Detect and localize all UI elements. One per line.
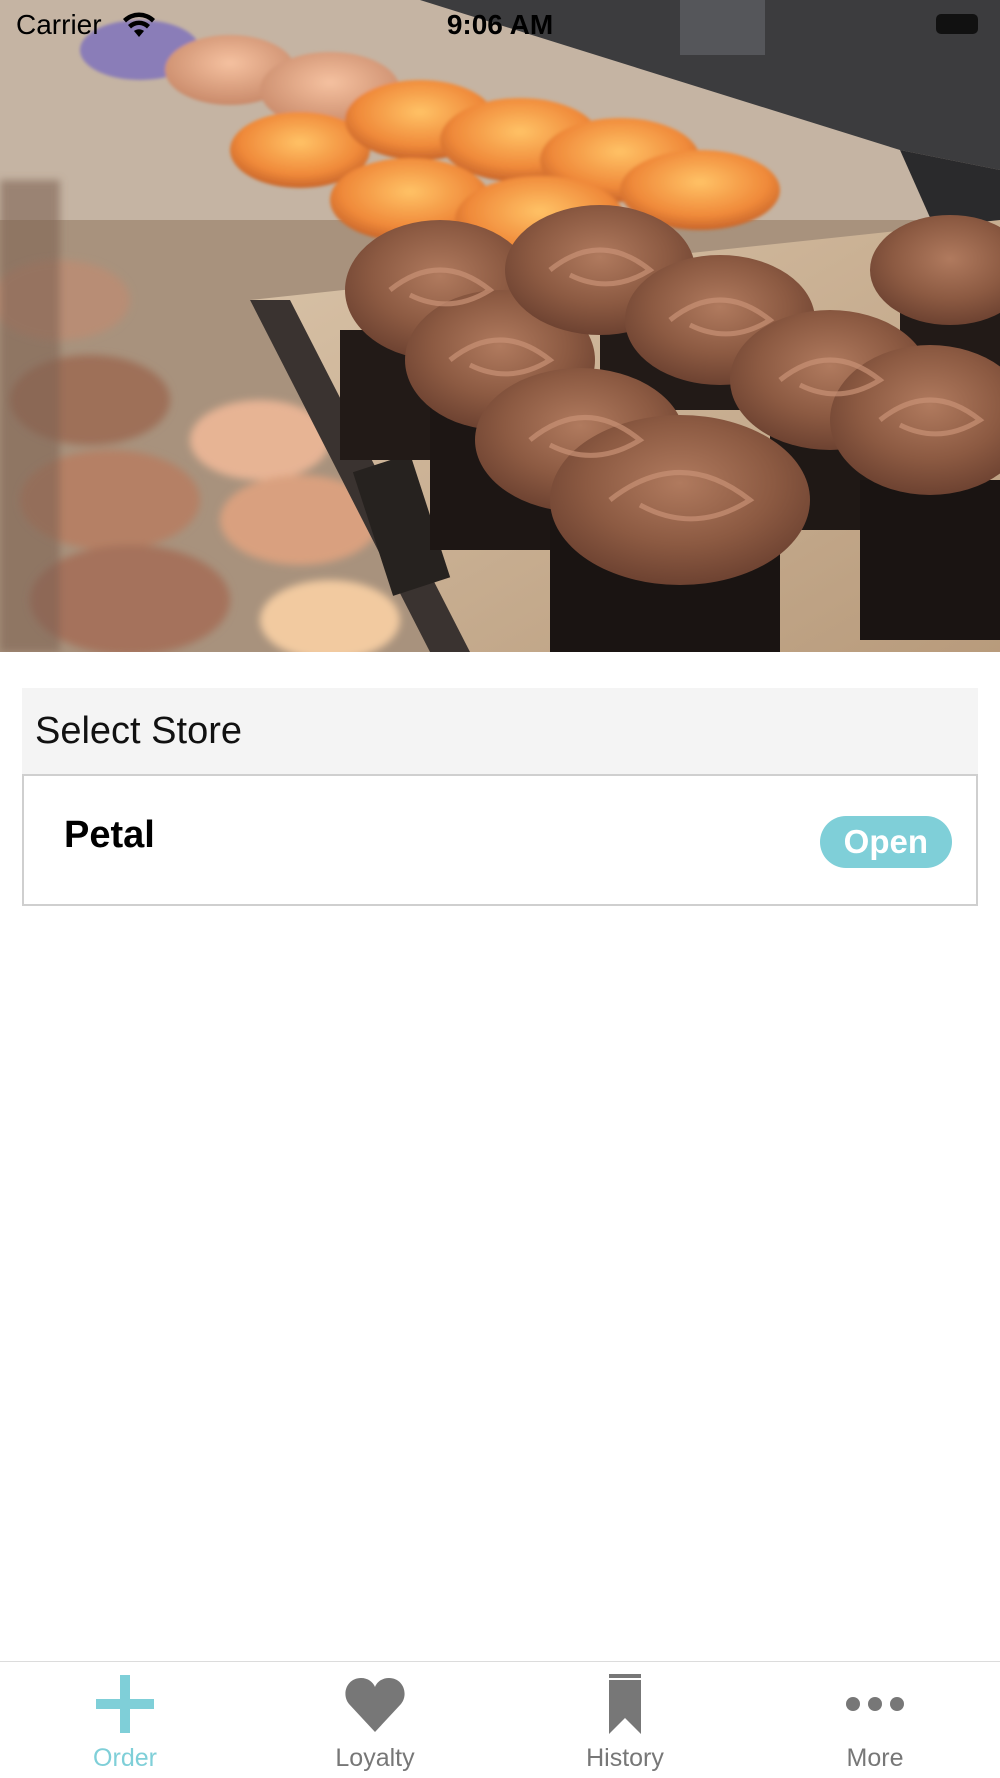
store-row[interactable]: Petal Open (22, 774, 978, 906)
tab-bar: Order Loyalty History More (0, 1661, 1000, 1778)
tab-label: Order (93, 1744, 157, 1772)
tab-label: Loyalty (335, 1744, 415, 1772)
tab-order[interactable]: Order (0, 1662, 250, 1778)
section-title: Select Store (35, 709, 242, 752)
tab-history[interactable]: History (500, 1662, 750, 1778)
status-badge: Open (819, 816, 952, 868)
more-dots-icon (846, 1697, 904, 1711)
tab-more[interactable]: More (750, 1662, 1000, 1778)
plus-icon (96, 1675, 154, 1733)
battery-icon (936, 14, 978, 34)
tab-label: More (846, 1744, 904, 1772)
store-section: Select Store Petal Open (22, 688, 978, 906)
tab-loyalty[interactable]: Loyalty (250, 1662, 500, 1778)
store-name: Petal (64, 814, 155, 856)
hero-cupcakes-image (0, 0, 1000, 652)
clock-time: 9:06 AM (446, 9, 554, 40)
bookmark-icon (609, 1674, 641, 1734)
section-header: Select Store (22, 688, 978, 774)
cupcakes-photo (0, 0, 1000, 652)
tab-label: History (586, 1744, 664, 1772)
heart-icon (345, 1678, 405, 1732)
order-screen: Carrier 9:06 AM Select Store Petal Open … (0, 0, 1000, 1778)
status-bar: Carrier 9:06 AM (0, 0, 1000, 52)
